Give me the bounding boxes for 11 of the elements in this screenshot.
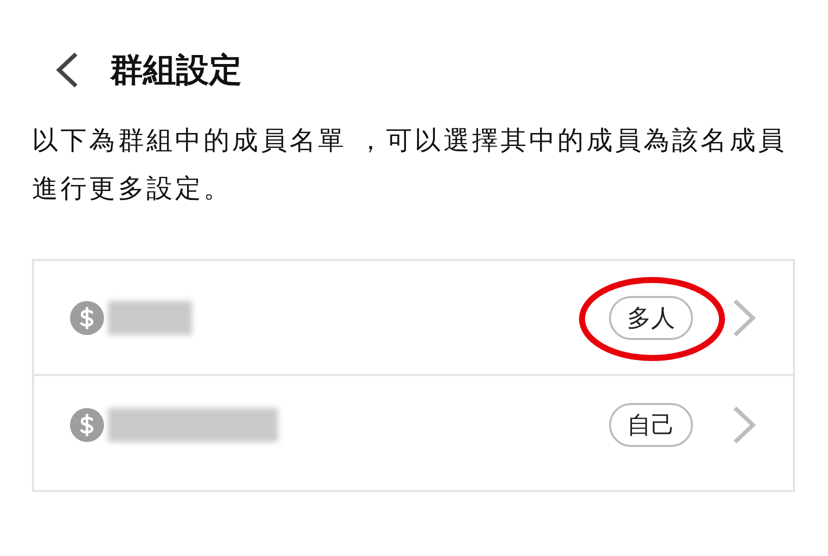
- dollar-icon: [70, 300, 104, 334]
- description-text: 以下為群組中的成員名單 ，可以選擇其中的成員為該名成員進行更多設定。: [32, 125, 788, 206]
- role-badge: 多人: [609, 296, 693, 340]
- chevron-right-icon: [731, 405, 757, 445]
- member-row[interactable]: 多人: [34, 261, 793, 376]
- back-icon[interactable]: [54, 51, 80, 89]
- dollar-icon: [70, 408, 104, 442]
- member-row[interactable]: 自己: [34, 376, 793, 474]
- page-title: 群組設定: [110, 48, 242, 90]
- chevron-right-icon: [731, 298, 757, 338]
- role-badge: 自己: [609, 403, 693, 447]
